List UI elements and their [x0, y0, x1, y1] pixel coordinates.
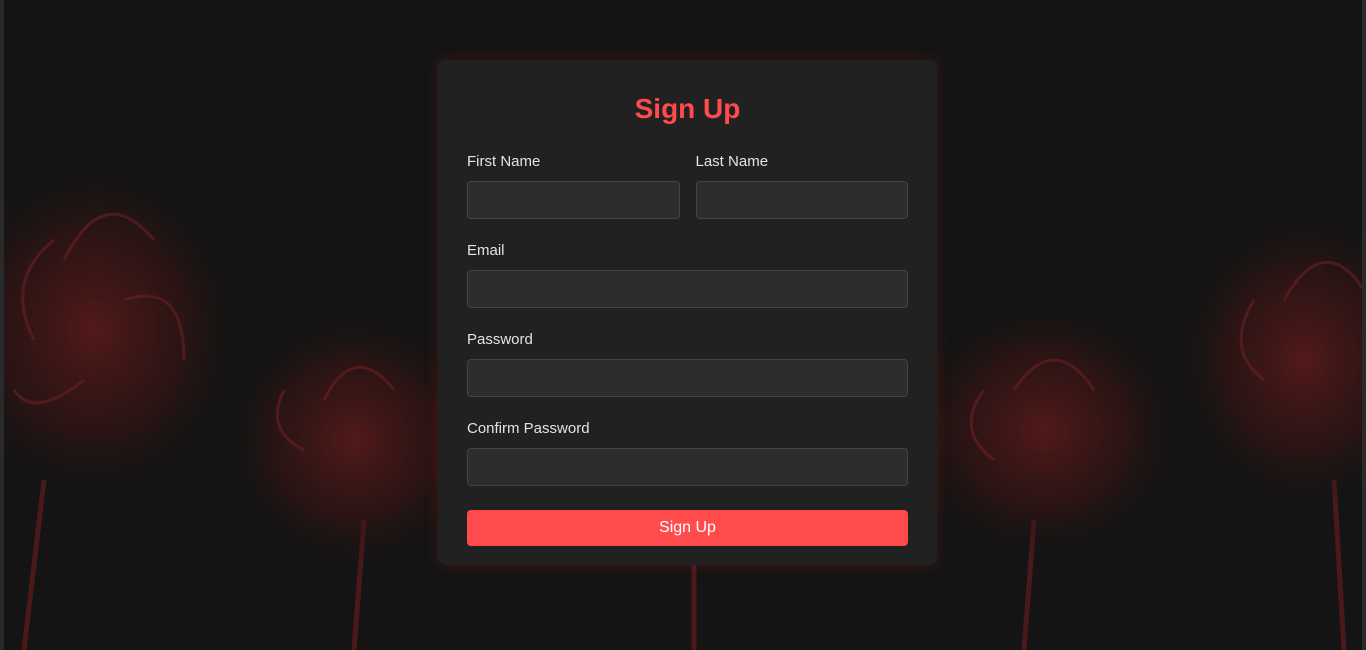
password-group: Password	[467, 330, 908, 397]
email-input[interactable]	[467, 270, 908, 308]
first-name-group: First Name	[467, 152, 680, 219]
password-input[interactable]	[467, 359, 908, 397]
last-name-input[interactable]	[695, 181, 908, 219]
last-name-group: Last Name	[695, 152, 908, 219]
page-title: Sign Up	[634, 93, 741, 124]
name-row: First Name Last Name	[467, 152, 908, 219]
confirm-password-input[interactable]	[467, 448, 908, 486]
first-name-input[interactable]	[467, 181, 680, 219]
first-name-label: First Name	[467, 153, 541, 170]
confirm-password-group: Confirm Password	[467, 419, 908, 486]
confirm-password-label: Confirm Password	[467, 420, 590, 437]
email-group: Email	[467, 241, 908, 308]
password-label: Password	[467, 331, 533, 348]
sign-up-button[interactable]: Sign Up	[467, 510, 908, 546]
email-label: Email	[467, 242, 505, 259]
page-background: Sign Up First Name Last Name Email Passw…	[0, 0, 1366, 650]
last-name-label: Last Name	[695, 153, 769, 170]
signup-card: Sign Up First Name Last Name Email Passw…	[438, 60, 937, 565]
